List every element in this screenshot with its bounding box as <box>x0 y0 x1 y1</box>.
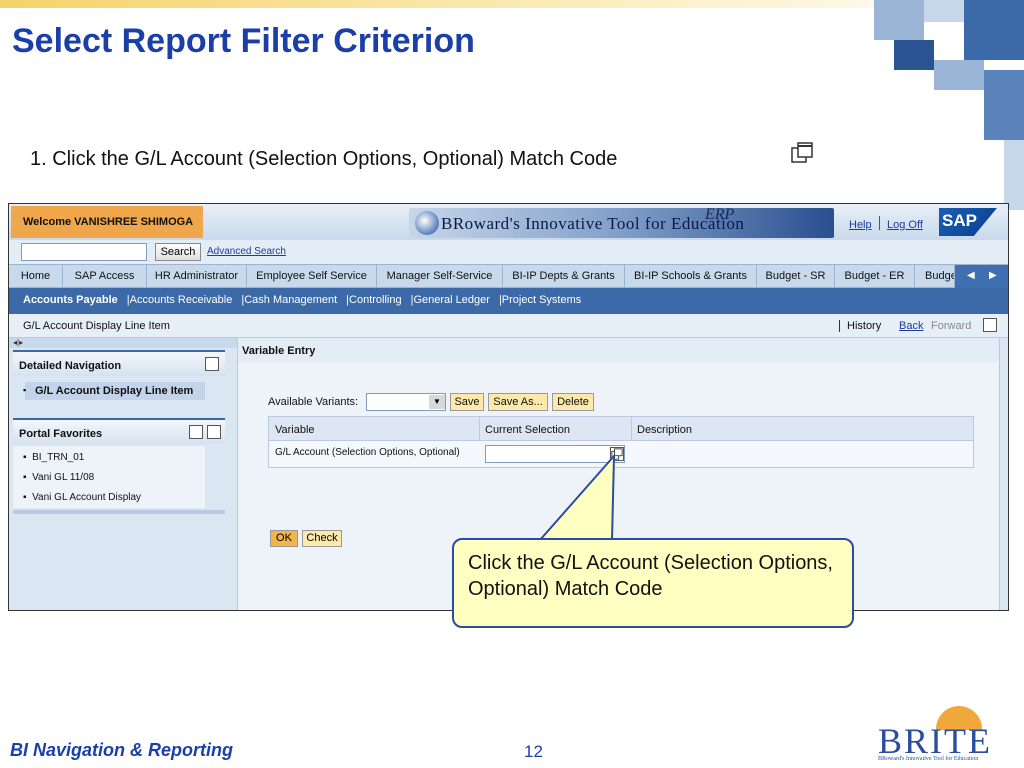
slide-title: Select Report Filter Criterion <box>12 22 475 60</box>
variable-name-cell: G/L Account (Selection Options, Optional… <box>275 447 460 458</box>
panel-collapse-arrows[interactable]: ◂|▸ <box>9 338 237 348</box>
tab-employee-self-service[interactable]: Employee Self Service <box>247 265 377 288</box>
column-header-description: Description <box>637 424 693 436</box>
detailed-nav-item[interactable]: G/L Account Display Line Item <box>25 382 205 400</box>
left-navigation-panel: ◂|▸ Detailed Navigation G/L Account Disp… <box>9 338 237 610</box>
minimize-icon[interactable] <box>207 425 221 439</box>
vertical-scrollbar[interactable] <box>999 338 1008 610</box>
tab-sap-access[interactable]: SAP Access <box>63 265 147 288</box>
tab-budget-sr[interactable]: Budget - SR <box>757 265 835 288</box>
dropdown-arrow-icon[interactable]: ▼ <box>429 395 445 409</box>
tab-manager-self-service[interactable]: Manager Self-Service <box>377 265 503 288</box>
list-item[interactable]: ▪ BI_TRN_01 <box>23 452 84 463</box>
ok-button[interactable]: OK <box>270 530 298 547</box>
minimize-icon[interactable] <box>205 357 219 371</box>
list-item[interactable]: ▪ Vani GL 11/08 <box>23 472 94 483</box>
slide-corner-decoration <box>854 0 1024 210</box>
tab-budget-truncated[interactable]: Budge <box>915 265 955 288</box>
available-variants-label: Available Variants: <box>268 396 359 408</box>
variable-table: Variable Current Selection Description G… <box>268 416 974 468</box>
tab-scroll-right-icon[interactable]: ▶ <box>989 270 997 281</box>
instruction-text: 1. Click the G/L Account (Selection Opti… <box>30 148 618 170</box>
back-link[interactable]: Back <box>899 320 923 332</box>
column-header-variable: Variable <box>275 424 315 436</box>
tab-bi-ip-depts-grants[interactable]: BI-IP Depts & Grants <box>503 265 625 288</box>
top-nav-tabs: Home SAP Access HR Administrator Employe… <box>9 264 1008 288</box>
brite-banner: BRoward's Innovative Tool for Education … <box>409 206 834 238</box>
callout-box: Click the G/L Account (Selection Options… <box>452 538 854 628</box>
page-title-bar: G/L Account Display Line Item History Ba… <box>9 314 1008 338</box>
bullet-icon: ▪ <box>23 385 27 395</box>
search-input[interactable] <box>21 243 147 261</box>
search-button[interactable]: Search <box>155 243 201 261</box>
sub-nav-tabs: Accounts Payable |Accounts Receivable |Cas… <box>9 288 1008 314</box>
tab-hr-administrator[interactable]: HR Administrator <box>147 265 247 288</box>
table-row: G/L Account (Selection Options, Optional… <box>269 441 973 467</box>
column-header-current-selection: Current Selection <box>485 424 570 436</box>
match-code-icon <box>791 142 813 163</box>
save-as-variant-button[interactable]: Save As... <box>488 393 548 411</box>
banner-tag: ERP <box>705 206 735 223</box>
tab-home[interactable]: Home <box>9 265 63 288</box>
page-menu-icon[interactable] <box>983 318 997 332</box>
match-code-icon[interactable] <box>610 447 624 461</box>
history-menu[interactable]: History <box>847 320 881 332</box>
globe-icon <box>415 211 439 235</box>
page-number: 12 <box>524 742 543 761</box>
help-link[interactable]: Help <box>849 219 872 231</box>
available-variants-select[interactable]: ▼ <box>366 393 446 411</box>
favorite-label: Vani GL Account Display <box>32 492 142 503</box>
delete-variant-button[interactable]: Delete <box>552 393 594 411</box>
favorites-menu-icon[interactable] <box>189 425 203 439</box>
forward-link[interactable]: Forward <box>931 320 971 332</box>
subtab-project-systems[interactable]: Project Systems <box>502 294 581 306</box>
save-variant-button[interactable]: Save <box>450 393 484 411</box>
header-divider <box>879 216 880 230</box>
check-button[interactable]: Check <box>302 530 342 547</box>
subtab-general-ledger[interactable]: General Ledger <box>413 294 489 306</box>
current-selection-input[interactable] <box>485 445 625 463</box>
tab-scroll-left-icon[interactable]: ◀ <box>967 270 975 281</box>
tab-budget-er[interactable]: Budget - ER <box>835 265 915 288</box>
favorite-label: Vani GL 11/08 <box>32 472 95 483</box>
search-bar: Search Advanced Search <box>9 240 1008 264</box>
variable-entry-header: Variable Entry <box>238 338 1000 362</box>
page-title: G/L Account Display Line Item <box>23 320 170 332</box>
footer-title: BI Navigation & Reporting <box>10 740 234 760</box>
favorite-label: BI_TRN_01 <box>32 452 85 463</box>
subtab-accounts-payable[interactable]: Accounts Payable <box>23 294 118 306</box>
detailed-navigation-header: Detailed Navigation <box>13 350 225 376</box>
sub-tabs-row: Accounts Payable |Accounts Receivable |Cas… <box>23 294 581 306</box>
subtab-controlling[interactable]: Controlling <box>349 294 402 306</box>
welcome-label: Welcome VANISHREE SHIMOGA <box>11 206 203 238</box>
brite-logo: BRITE BRoward's Innovative Tool for Educ… <box>868 702 1018 764</box>
logo-tagline: BRoward's Innovative Tool for Education <box>878 756 979 762</box>
subtab-accounts-receivable[interactable]: Accounts Receivable <box>130 294 233 306</box>
table-header-row: Variable Current Selection Description <box>269 417 973 441</box>
subtab-cash-management[interactable]: Cash Management <box>244 294 337 306</box>
favorites-list: ▪ BI_TRN_01 ▪ Vani GL 11/08 ▪ Vani GL Ac… <box>13 446 205 508</box>
advanced-search-link[interactable]: Advanced Search <box>207 246 286 257</box>
logoff-link[interactable]: Log Off <box>887 219 923 231</box>
list-item[interactable]: ▪ Vani GL Account Display <box>23 492 141 503</box>
tab-scroll-controls: ◀ ▶ <box>955 265 1008 288</box>
banner-text: BRoward's Innovative Tool for Education <box>441 214 745 233</box>
sap-logo: SAP <box>939 208 997 236</box>
portal-header: Welcome VANISHREE SHIMOGA BRoward's Inno… <box>9 204 1008 240</box>
tab-bi-ip-schools-grants[interactable]: BI-IP Schools & Grants <box>625 265 757 288</box>
history-divider <box>839 320 840 332</box>
panel-divider <box>13 510 225 514</box>
